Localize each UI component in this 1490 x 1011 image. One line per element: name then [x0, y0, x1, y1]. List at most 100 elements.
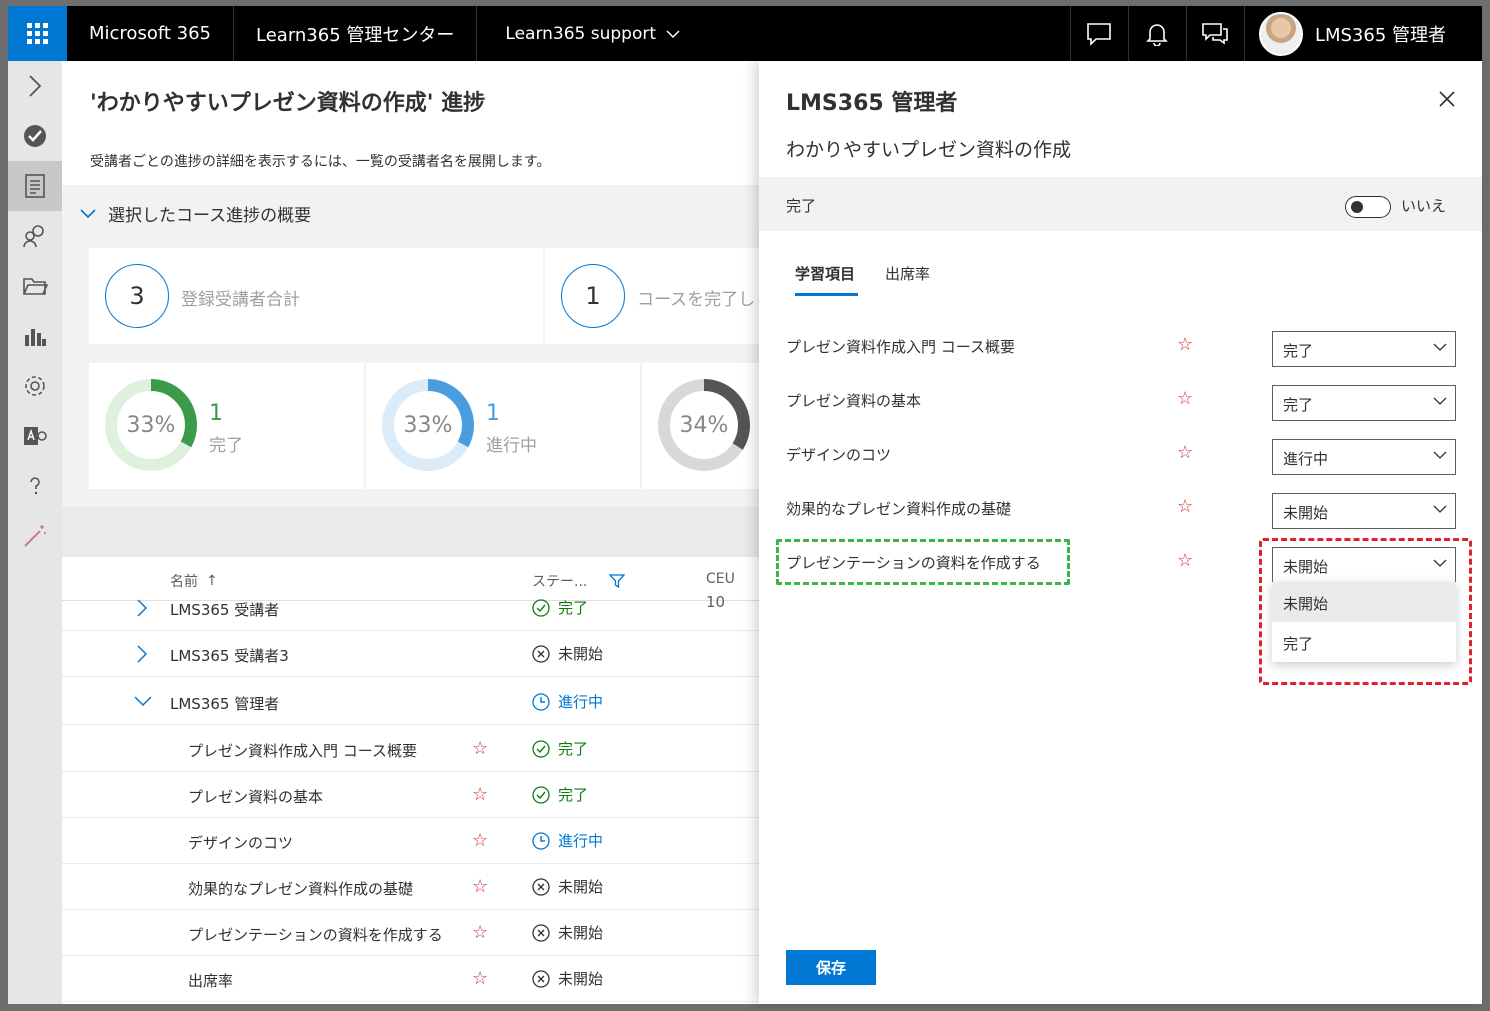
chevron-down-icon [1433, 343, 1447, 351]
x-circle-icon [532, 969, 550, 988]
completed-card: 1 コースを完了し [545, 248, 759, 344]
donut-percent: 33% [126, 412, 176, 438]
donut-complete-label: 完了 [209, 436, 243, 456]
chevron-down-icon [1433, 505, 1447, 513]
row-name: LMS365 管理者 [170, 695, 280, 713]
highlight-red-box [1259, 538, 1472, 685]
chevron-right-icon[interactable] [134, 645, 152, 663]
status-dropdown-value: 未開始 [1283, 504, 1329, 522]
tab-learning-items[interactable]: 学習項目 [795, 263, 855, 284]
completed-label: コースを完了し [637, 290, 756, 310]
table-row[interactable]: プレゼン資料作成入門 コース概要 ☆ 完了 [62, 726, 759, 772]
nav-wizard[interactable] [8, 511, 62, 561]
chevron-down-icon[interactable] [134, 693, 152, 711]
nav-reports[interactable] [8, 311, 62, 361]
chevron-right-icon [29, 75, 42, 97]
status-dropdown-value: 進行中 [1283, 450, 1329, 468]
notifications-button[interactable] [1127, 6, 1186, 61]
learning-item-label: プレゼン資料作成入門 コース概要 [786, 338, 1016, 356]
row-ceu: 10 [706, 593, 726, 611]
row-name: 効果的なプレゼン資料作成の基礎 [188, 880, 414, 898]
donut-progress: 33% [380, 377, 476, 473]
table-row[interactable]: 出席率 ☆ 未開始 [62, 956, 759, 1002]
chevron-down-icon [666, 29, 680, 38]
star-icon: ☆ [1177, 442, 1194, 463]
table-row[interactable]: 効果的なプレゼン資料作成の基礎 ☆ 未開始 [62, 864, 759, 910]
status-dropdown[interactable]: 進行中 [1272, 439, 1456, 475]
star-icon: ☆ [472, 876, 489, 897]
panel-course-name: わかりやすいプレゼン資料の作成 [786, 139, 1072, 161]
x-circle-icon [532, 923, 550, 942]
row-status: 未開始 [532, 968, 603, 989]
bar-chart-icon [25, 329, 46, 346]
check-circle-icon [532, 785, 550, 804]
tab-attendance[interactable]: 出席率 [885, 263, 930, 284]
app-icon [24, 427, 47, 445]
question-icon [30, 477, 40, 495]
site-selector[interactable]: Learn365 support [477, 6, 708, 61]
nav-azure[interactable] [8, 411, 62, 461]
donut-notstarted: 34% [656, 377, 752, 473]
nav-settings[interactable] [8, 361, 62, 411]
learning-item-label: プレゼン資料の基本 [786, 392, 922, 410]
nav-catalog[interactable] [8, 261, 62, 311]
row-status: 完了 [532, 784, 588, 805]
star-icon: ☆ [1177, 388, 1194, 409]
table-row[interactable]: デザインのコツ ☆ 進行中 [62, 818, 759, 864]
row-status: 進行中 [532, 691, 603, 712]
row-name: プレゼン資料の基本 [188, 788, 324, 806]
close-icon [1439, 91, 1455, 107]
user-menu[interactable]: LMS365 管理者 [1243, 6, 1482, 61]
left-nav-rail [8, 61, 62, 1004]
expand-nav-button[interactable] [8, 61, 62, 111]
completion-label: 完了 [786, 197, 817, 215]
feedback-button[interactable] [1069, 6, 1128, 61]
nav-courses[interactable] [8, 161, 62, 211]
nav-dashboard[interactable] [8, 111, 62, 161]
nav-users[interactable] [8, 211, 62, 261]
nav-help[interactable] [8, 461, 62, 511]
row-name: 出席率 [188, 972, 234, 990]
table-row[interactable]: LMS365 受講者3 未開始 [62, 631, 759, 677]
site-selector-label: Learn365 support [505, 23, 657, 44]
table-row[interactable]: LMS365 受講者 完了 10 [62, 585, 759, 631]
learning-item-label: デザインのコツ [786, 446, 892, 464]
star-icon: ☆ [472, 922, 489, 943]
chat-icon [1087, 22, 1112, 46]
waffle-icon [27, 23, 48, 44]
highlight-green-box [776, 539, 1070, 585]
status-dropdown[interactable]: 完了 [1272, 331, 1456, 367]
x-circle-icon [532, 644, 550, 663]
donut-progress-label: 進行中 [486, 436, 537, 456]
donut-percent: 34% [679, 412, 729, 438]
table-row[interactable]: プレゼン資料の基本 ☆ 完了 [62, 772, 759, 818]
app-name[interactable]: Learn365 管理センター [234, 6, 478, 61]
completion-toggle[interactable] [1345, 196, 1391, 218]
magic-wand-icon [24, 525, 46, 547]
status-dropdown[interactable]: 完了 [1272, 385, 1456, 421]
star-icon: ☆ [1177, 550, 1194, 571]
close-button[interactable] [1439, 91, 1455, 111]
table-row[interactable]: LMS365 管理者 進行中 [62, 679, 759, 725]
gear-icon [25, 376, 45, 396]
save-button[interactable]: 保存 [786, 950, 876, 985]
message-icon [1202, 22, 1229, 45]
summary-heading: 選択したコース進捗の概要 [108, 206, 312, 226]
document-icon [25, 174, 45, 198]
star-icon: ☆ [472, 968, 489, 989]
conversations-button[interactable] [1185, 6, 1244, 61]
status-dropdown[interactable]: 未開始 [1272, 493, 1456, 529]
app-launcher-button[interactable] [8, 6, 67, 61]
clock-icon [532, 692, 550, 711]
detail-panel: LMS365 管理者 わかりやすいプレゼン資料の作成 完了 いいえ 学習項目 出… [759, 61, 1482, 1004]
summary-toggle[interactable]: 選択したコース進捗の概要 [80, 201, 311, 226]
check-circle-icon [24, 125, 46, 147]
product-name[interactable]: Microsoft 365 [67, 6, 234, 61]
bell-icon [1146, 23, 1169, 46]
x-circle-icon [532, 877, 550, 896]
chevron-right-icon[interactable] [134, 599, 152, 617]
donut-complete-count: 1 [209, 401, 223, 426]
star-icon: ☆ [472, 784, 489, 805]
table-row[interactable]: プレゼンテーションの資料を作成する ☆ 未開始 [62, 910, 759, 956]
status-dropdown-value: 完了 [1283, 342, 1314, 360]
